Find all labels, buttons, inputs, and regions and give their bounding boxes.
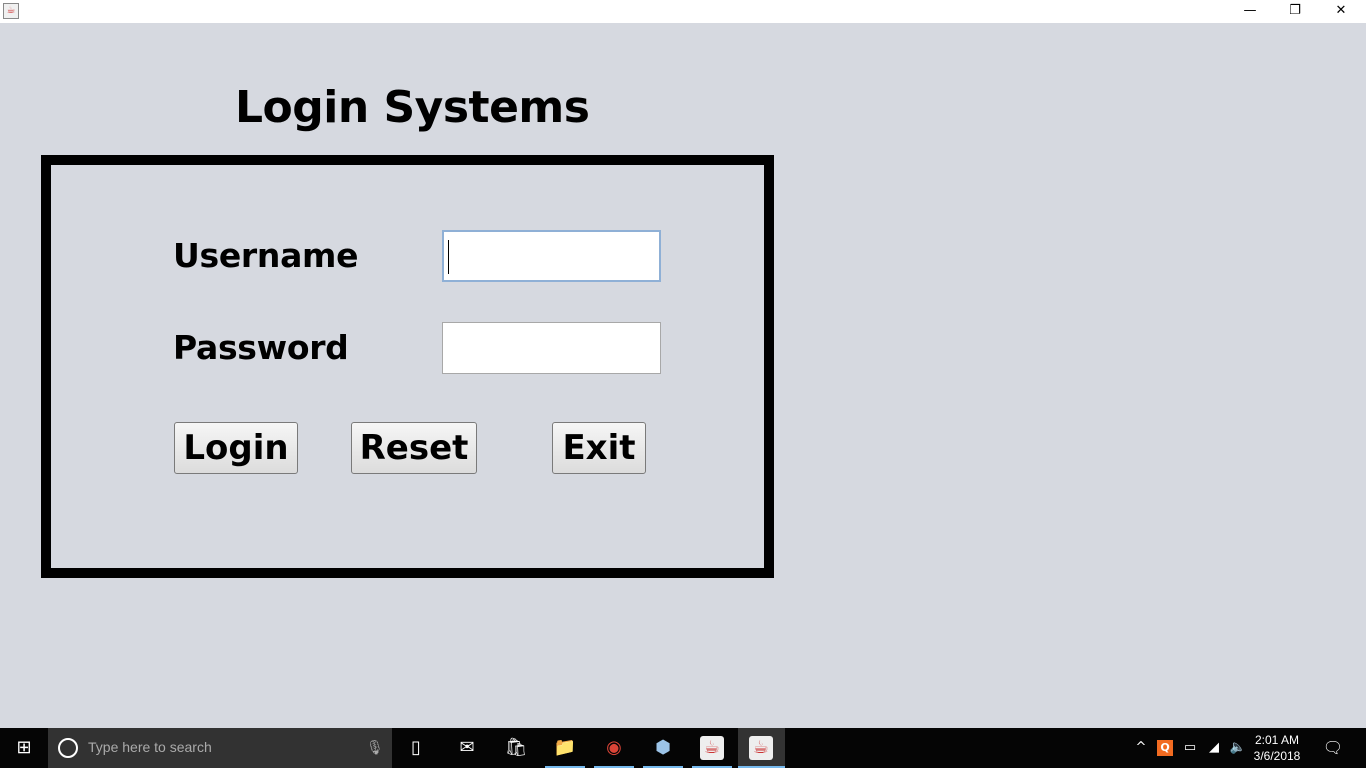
store-icon[interactable]: 🛍 [504,736,528,760]
time: 2:01 AM [1254,733,1300,747]
windows-start-icon[interactable]: ⊞ [12,736,36,760]
mail-icon[interactable]: ✉ [455,736,479,760]
restore-button[interactable]: ❐ [1272,0,1318,23]
java-icon: ☕ [749,736,773,760]
chrome-icon[interactable]: ◉ [602,736,626,760]
date: 3/6/2018 [1253,749,1301,763]
active-java-task[interactable]: ☕ [738,728,785,768]
java-icon[interactable]: ☕ [700,736,724,760]
reset-button[interactable]: Reset [351,422,477,474]
chevron-up-icon[interactable]: ^ [1129,736,1153,760]
microphone-icon[interactable]: 🎙 [366,740,384,756]
username-input[interactable] [442,230,661,282]
java-icon: ☕ [3,3,19,19]
close-button[interactable]: ✕ [1318,0,1364,23]
login-panel [41,155,774,578]
volume-icon[interactable]: 🔈 [1226,736,1250,760]
virtualbox-icon[interactable]: ⬢ [651,736,675,760]
password-label: Password [173,328,349,367]
clock[interactable]: 2:01 AM 3/6/2018 [1252,732,1302,764]
notifications-icon[interactable]: 🗨 [1321,736,1345,760]
login-button[interactable]: Login [174,422,298,474]
taskbar: ⊞ Type here to search 🎙 ▯ ✉ 🛍 📁 ◉ ⬢ ☕ ☕ … [0,728,1366,768]
search-box[interactable]: Type here to search 🎙 [48,728,392,768]
cortana-icon [58,738,78,758]
q-app-icon[interactable]: Q [1157,740,1173,756]
title-bar: ☕ — ❐ ✕ [0,0,1366,23]
username-label: Username [173,236,359,275]
exit-button[interactable]: Exit [552,422,646,474]
file-explorer-icon[interactable]: 📁 [553,736,577,760]
minimize-button[interactable]: — [1227,0,1273,23]
battery-icon[interactable]: ▭ [1178,736,1202,760]
page-title: Login Systems [235,82,590,133]
wifi-warning-icon[interactable]: ◢ [1202,736,1226,760]
password-input[interactable] [442,322,661,374]
search-placeholder: Type here to search [88,739,212,755]
text-caret [448,240,449,274]
task-view-icon[interactable]: ▯ [404,736,428,760]
